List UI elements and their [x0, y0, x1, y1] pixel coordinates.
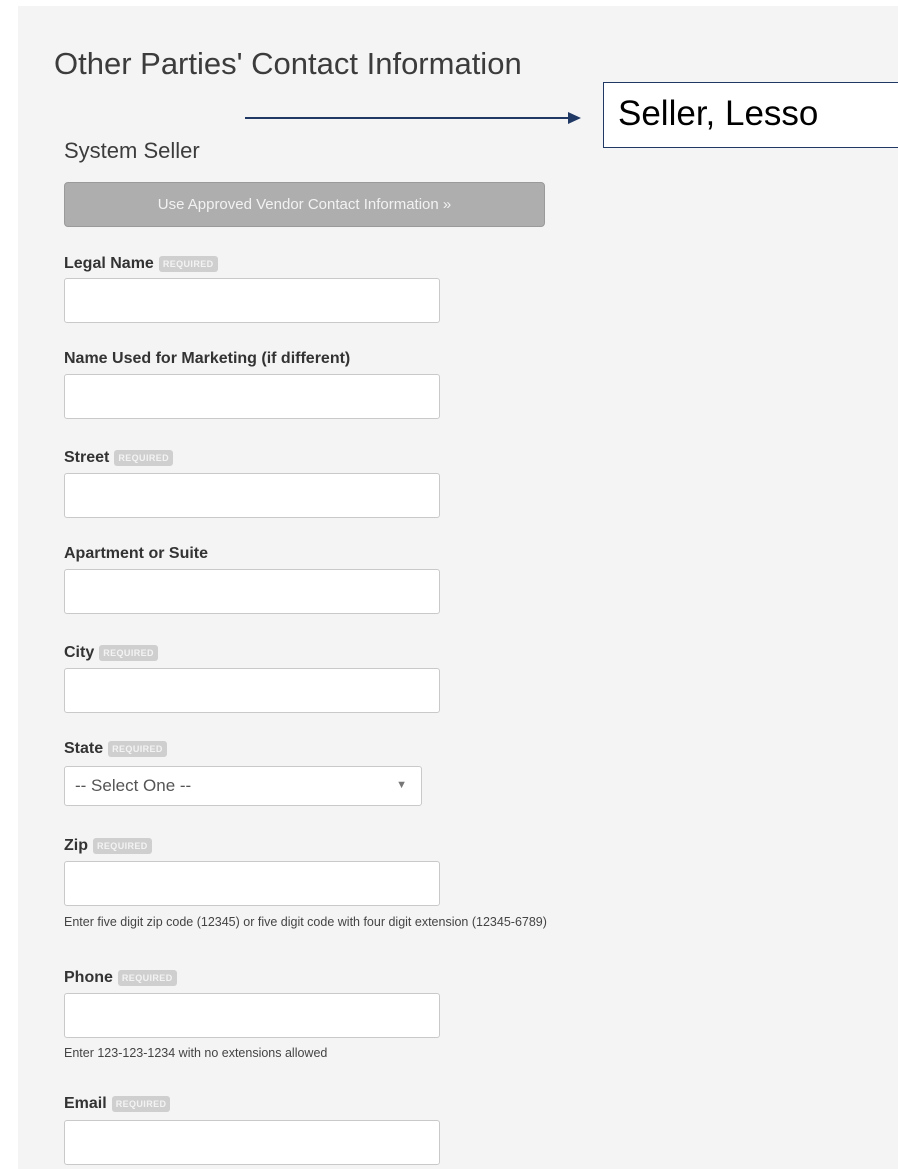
required-badge: REQUIRED [114, 450, 174, 466]
phone-label-text: Phone [64, 969, 113, 986]
state-selected-value: -- Select One -- [75, 776, 192, 795]
marketing-name-input[interactable] [64, 374, 440, 419]
required-badge: REQUIRED [117, 970, 177, 986]
page-title: Other Parties' Contact Information [54, 46, 522, 81]
email-label: Email REQUIRED [64, 1094, 171, 1114]
form-panel: Other Parties' Contact Information Syste… [18, 6, 898, 1169]
marketing-name-label: Name Used for Marketing (if different) [64, 349, 350, 369]
zip-label-text: Zip [64, 837, 88, 854]
phone-help-text: Enter 123-123-1234 with no extensions al… [64, 1046, 328, 1060]
required-badge: REQUIRED [93, 838, 152, 854]
apartment-label: Apartment or Suite [64, 544, 208, 564]
arrow-right-icon [568, 112, 581, 124]
annotation-arrow-line [245, 117, 571, 119]
apartment-label-text: Apartment or Suite [64, 545, 209, 562]
zip-input[interactable] [64, 861, 440, 906]
state-select[interactable]: -- Select One -- ▼ [64, 766, 422, 806]
state-label-text: State [64, 740, 104, 757]
street-input[interactable] [64, 473, 440, 518]
state-label: State REQUIRED [64, 739, 167, 759]
marketing-name-label-text: Name Used for Marketing (if different) [64, 350, 351, 367]
legal-name-label-text: Legal Name [64, 255, 154, 272]
city-label: City REQUIRED [64, 643, 158, 663]
chevron-down-icon: ▼ [396, 779, 407, 791]
section-title: System Seller [64, 138, 200, 163]
required-badge: REQUIRED [108, 741, 167, 757]
email-label-text: Email [64, 1095, 107, 1112]
required-badge: REQUIRED [158, 256, 218, 272]
required-badge: REQUIRED [111, 1096, 171, 1112]
street-label: Street REQUIRED [64, 448, 174, 468]
city-label-text: City [64, 644, 95, 661]
legal-name-label: Legal Name REQUIRED [64, 254, 218, 274]
zip-help-text: Enter five digit zip code (12345) or fiv… [64, 915, 547, 929]
legal-name-input[interactable] [64, 278, 440, 323]
zip-label: Zip REQUIRED [64, 836, 152, 856]
street-label-text: Street [64, 449, 110, 466]
phone-label: Phone REQUIRED [64, 968, 177, 988]
phone-input[interactable] [64, 993, 440, 1038]
email-input[interactable] [64, 1120, 440, 1165]
use-approved-vendor-button[interactable]: Use Approved Vendor Contact Information … [64, 182, 545, 227]
annotation-callout: Seller, Lesso [603, 82, 898, 148]
required-badge: REQUIRED [99, 645, 158, 661]
city-input[interactable] [64, 668, 440, 713]
apartment-input[interactable] [64, 569, 440, 614]
